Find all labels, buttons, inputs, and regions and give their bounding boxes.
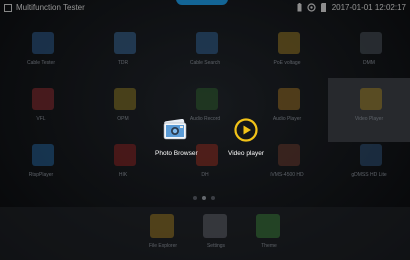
sd-card-icon bbox=[320, 3, 326, 12]
page-indicator bbox=[193, 196, 215, 200]
page-dot[interactable] bbox=[202, 196, 206, 200]
rtsp-player-icon bbox=[32, 144, 54, 166]
app-label: DH bbox=[201, 172, 209, 178]
dock: File Explorer Settings Theme bbox=[0, 207, 410, 260]
audio-record-icon bbox=[196, 88, 218, 110]
poe-voltage-icon bbox=[278, 32, 300, 54]
video-player-icon bbox=[360, 88, 382, 110]
app-label: Cable Tester bbox=[27, 60, 55, 66]
opm-icon bbox=[114, 88, 136, 110]
app-tile-video-player[interactable]: Video Player bbox=[328, 78, 410, 142]
app-label: RtspPlayer bbox=[28, 172, 54, 178]
app-tile-tdr[interactable]: TDR bbox=[82, 22, 164, 86]
photo-browser-option[interactable]: Photo Browser bbox=[150, 115, 206, 163]
app-label: DMM bbox=[363, 60, 375, 66]
clock: 2017-01-01 12:02:17 bbox=[331, 3, 406, 12]
battery-icon bbox=[297, 3, 302, 12]
app-tile-cable-tester[interactable]: Cable Tester bbox=[0, 22, 82, 86]
app-tile-cable-search[interactable]: Cable Search bbox=[164, 22, 246, 86]
ivms-icon bbox=[278, 144, 300, 166]
cable-search-icon bbox=[196, 32, 218, 54]
page-dot[interactable] bbox=[193, 196, 197, 200]
cable-tester-icon bbox=[32, 32, 54, 54]
app-label: Cable Search bbox=[189, 60, 221, 66]
app-tile-vfl[interactable]: VFL bbox=[0, 78, 82, 142]
page-dot[interactable] bbox=[211, 196, 215, 200]
photo-browser-icon bbox=[163, 119, 187, 140]
settings-icon bbox=[203, 214, 227, 238]
gdmss-icon bbox=[360, 144, 382, 166]
app-window-icon bbox=[4, 4, 12, 12]
tdr-icon bbox=[114, 32, 136, 54]
vfl-icon bbox=[32, 88, 54, 110]
video-player-icon bbox=[234, 118, 258, 142]
app-label: PoE voltage bbox=[273, 60, 301, 66]
app-label: VFL bbox=[36, 116, 46, 122]
app-label: iVMS-4500 HD bbox=[270, 172, 304, 178]
file-explorer-icon bbox=[150, 214, 174, 238]
audio-player-icon bbox=[278, 88, 300, 110]
app-tile-gdmss[interactable]: gDMSS HD Lite bbox=[328, 134, 410, 198]
dock-label: Theme bbox=[261, 243, 277, 249]
status-icons: 2017-01-01 12:02:17 bbox=[297, 3, 406, 12]
app-tile-rtsp-player[interactable]: RtspPlayer bbox=[0, 134, 82, 198]
hik-icon bbox=[114, 144, 136, 166]
dmm-icon bbox=[360, 32, 382, 54]
video-player-option[interactable]: Video player bbox=[222, 115, 270, 163]
video-player-label: Video player bbox=[228, 150, 265, 157]
app-label: HIK bbox=[118, 172, 128, 178]
theme-icon bbox=[256, 214, 280, 238]
photo-browser-label: Photo Browser bbox=[155, 150, 198, 157]
dock-theme[interactable]: Theme bbox=[234, 207, 304, 260]
app-tile-poe-voltage[interactable]: PoE voltage bbox=[246, 22, 328, 86]
home-screen: Multifunction Tester 2017-01-01 12:02:17… bbox=[0, 0, 410, 260]
app-title: Multifunction Tester bbox=[16, 3, 85, 12]
app-label: gDMSS HD Lite bbox=[351, 172, 387, 178]
app-label: Video Player bbox=[354, 116, 384, 122]
open-with-popup: Photo Browser Video player bbox=[150, 115, 270, 165]
app-tile-dmm[interactable]: DMM bbox=[328, 22, 410, 86]
app-label: TDR bbox=[117, 60, 129, 66]
usb-icon bbox=[307, 3, 316, 12]
status-bar: Multifunction Tester 2017-01-01 12:02:17 bbox=[0, 0, 410, 17]
